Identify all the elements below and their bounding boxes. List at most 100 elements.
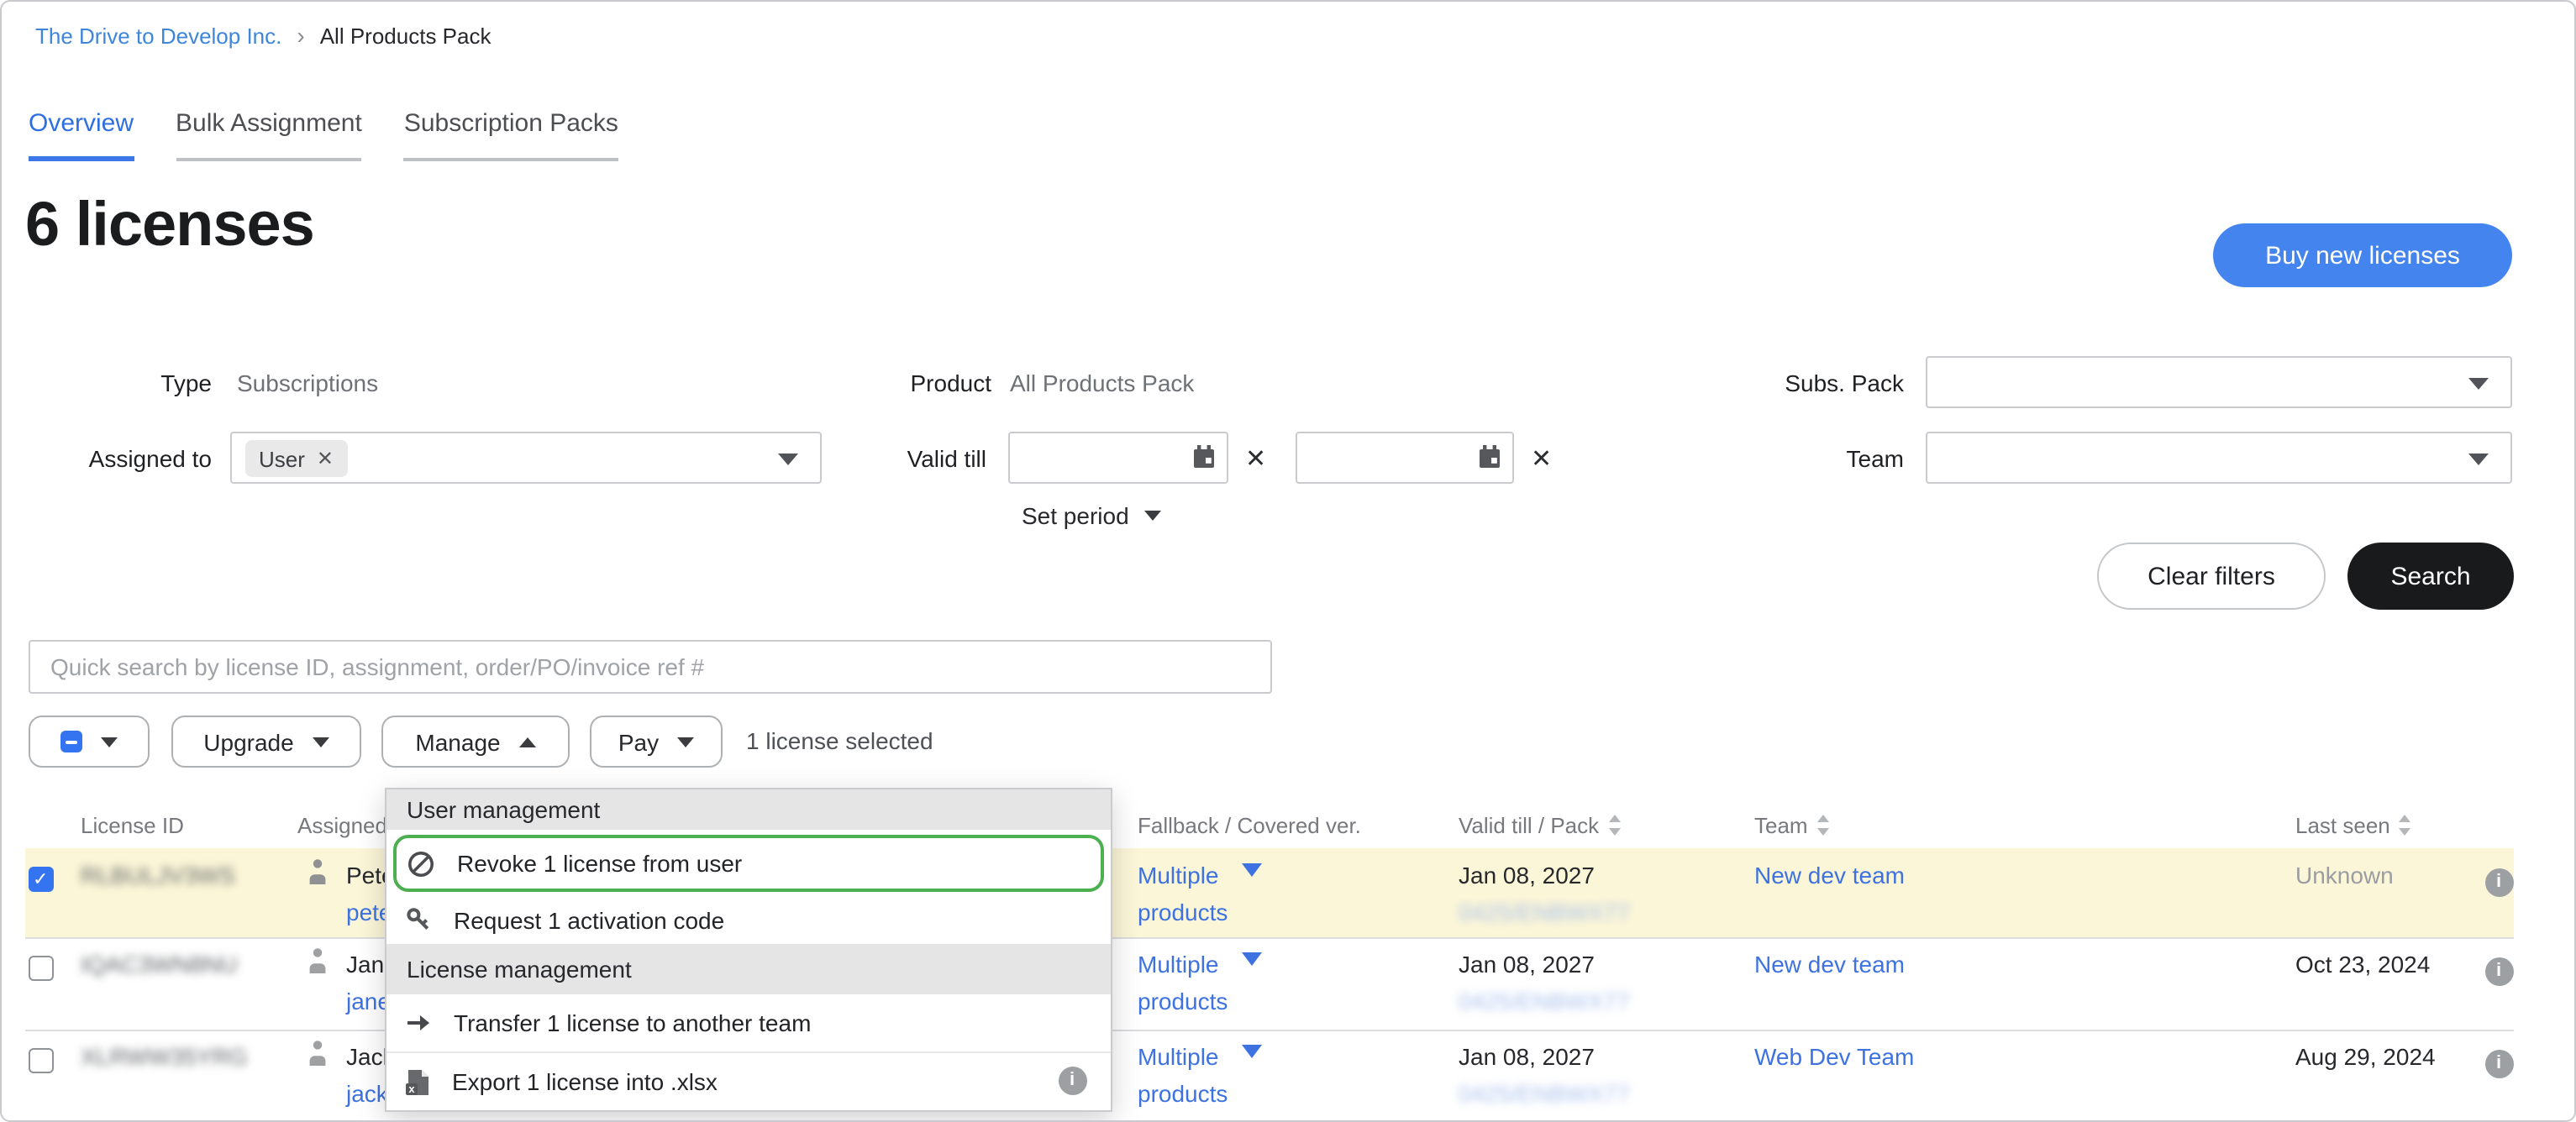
column-header-fallback: Fallback / Covered ver. <box>1138 813 1361 838</box>
page-title: 6 licenses <box>25 190 314 260</box>
menu-section-header: User management <box>386 789 1111 830</box>
pay-label: Pay <box>618 728 659 755</box>
products-link[interactable]: products <box>1138 899 1228 925</box>
sort-icon[interactable] <box>1607 815 1621 836</box>
product-filter-label: Product <box>775 370 991 398</box>
assignee-login-link[interactable]: jack <box>346 1080 388 1107</box>
last-seen-value: Aug 29, 2024 <box>2295 1043 2436 1070</box>
menu-item-label: Request 1 activation code <box>454 907 724 934</box>
chevron-down-icon <box>677 737 694 747</box>
products-link[interactable]: products <box>1138 988 1228 1015</box>
chevron-down-icon <box>1144 511 1161 521</box>
team-link[interactable]: Web Dev Team <box>1754 1043 1914 1070</box>
tab-bulk-assignment[interactable]: Bulk Assignment <box>176 109 362 161</box>
clear-date-to-icon[interactable] <box>1531 443 1552 474</box>
assignee-login-link[interactable]: jane <box>346 988 391 1015</box>
upgrade-button[interactable]: Upgrade <box>171 716 361 768</box>
chevron-right-icon <box>297 25 304 47</box>
column-header-last-seen[interactable]: Last seen <box>2295 813 2412 838</box>
subs-pack-select[interactable] <box>1926 356 2512 408</box>
manage-label: Manage <box>415 728 500 755</box>
select-all-dropdown-button[interactable] <box>29 716 150 768</box>
assigned-to-select[interactable]: User <box>230 432 822 484</box>
valid-till-date: Jan 08, 2027 <box>1459 1043 1595 1070</box>
tab-bar: Overview Bulk Assignment Subscription Pa… <box>29 109 618 161</box>
chip-label: User <box>259 446 305 471</box>
menu-item-export[interactable]: x Export 1 license into .xlsx <box>386 1051 1111 1110</box>
breadcrumb-current: All Products Pack <box>320 24 492 49</box>
licenses-page: The Drive to Develop Inc. All Products P… <box>0 0 2576 1122</box>
column-header-valid-till[interactable]: Valid till / Pack <box>1459 813 1621 838</box>
indeterminate-checkbox-icon[interactable] <box>60 731 82 752</box>
team-filter-label: Team <box>1682 445 1904 474</box>
clear-date-from-icon[interactable] <box>1245 443 1266 474</box>
type-filter-value: Subscriptions <box>237 370 378 396</box>
info-icon[interactable] <box>2485 1050 2514 1078</box>
team-select[interactable] <box>1926 432 2512 484</box>
chevron-down-icon <box>101 737 118 747</box>
products-link[interactable]: Multiple <box>1138 862 1219 889</box>
info-icon[interactable] <box>2485 868 2514 897</box>
products-link[interactable]: products <box>1138 1080 1228 1107</box>
buy-new-licenses-button[interactable]: Buy new licenses <box>2213 223 2512 287</box>
menu-item-revoke[interactable]: Revoke 1 license from user <box>386 830 1111 897</box>
clear-filters-button[interactable]: Clear filters <box>2097 543 2326 610</box>
arrow-right-icon <box>405 1009 432 1036</box>
team-link[interactable]: New dev team <box>1754 951 1905 978</box>
valid-till-to-field <box>1296 432 1514 484</box>
xlsx-file-icon: x <box>405 1067 430 1096</box>
breadcrumb-company-link[interactable]: The Drive to Develop Inc. <box>35 24 281 49</box>
chip-remove-icon[interactable] <box>317 447 334 470</box>
valid-till-date: Jan 08, 2027 <box>1459 862 1595 889</box>
team-link[interactable]: New dev team <box>1754 862 1905 889</box>
chevron-down-icon <box>1242 863 1262 877</box>
row-checkbox[interactable] <box>29 1048 54 1073</box>
product-filter-value: All Products Pack <box>1010 370 1194 396</box>
menu-section-header: License management <box>386 944 1111 994</box>
tab-overview[interactable]: Overview <box>29 109 134 161</box>
last-seen-value: Oct 23, 2024 <box>2295 951 2430 978</box>
chevron-up-icon <box>519 737 536 747</box>
row-checkbox[interactable] <box>29 867 54 892</box>
products-cell[interactable]: Multiple products <box>1138 937 1289 1030</box>
tab-subscription-packs[interactable]: Subscription Packs <box>404 109 618 161</box>
selection-status: 1 license selected <box>746 727 933 754</box>
calendar-icon[interactable] <box>1193 445 1215 477</box>
calendar-icon[interactable] <box>1479 445 1501 477</box>
row-checkbox[interactable] <box>29 956 54 981</box>
products-cell[interactable]: Multiple products <box>1138 848 1289 937</box>
breadcrumb: The Drive to Develop Inc. All Products P… <box>35 24 491 49</box>
set-period-label: Set period <box>1022 502 1129 529</box>
valid-till-date: Jan 08, 2027 <box>1459 951 1595 978</box>
products-cell[interactable]: Multiple products <box>1138 1030 1289 1122</box>
menu-item-request-code[interactable]: Request 1 activation code <box>386 897 1111 944</box>
sort-icon[interactable] <box>1816 815 1830 836</box>
chevron-down-icon <box>1242 1045 1262 1058</box>
column-header-team[interactable]: Team <box>1754 813 1830 838</box>
license-id: IQAC3WN8NU <box>81 951 238 978</box>
products-link[interactable]: Multiple <box>1138 951 1219 978</box>
search-button[interactable]: Search <box>2347 543 2514 610</box>
revoke-icon <box>407 849 435 878</box>
manage-dropdown-menu: User management Revoke 1 license from us… <box>385 788 1112 1112</box>
column-header-label: Valid till / Pack <box>1459 813 1599 838</box>
chevron-down-icon <box>1242 952 1262 966</box>
products-link[interactable]: Multiple <box>1138 1043 1219 1070</box>
menu-item-transfer[interactable]: Transfer 1 license to another team <box>386 994 1111 1051</box>
menu-item-label: Transfer 1 license to another team <box>454 1009 811 1036</box>
manage-button[interactable]: Manage <box>381 716 570 768</box>
pack-code: 0425/ENBWX77 <box>1459 988 1630 1015</box>
info-icon[interactable] <box>2485 957 2514 986</box>
chevron-down-icon <box>2468 454 2489 465</box>
chevron-down-icon <box>313 737 329 747</box>
pay-button[interactable]: Pay <box>590 716 723 768</box>
set-period-button[interactable]: Set period <box>1022 502 1161 529</box>
license-id: RLBULJV3WS <box>81 862 235 889</box>
info-icon[interactable] <box>1059 1067 1087 1095</box>
user-icon <box>306 947 329 974</box>
key-icon <box>405 907 432 934</box>
sort-icon[interactable] <box>2399 815 2412 836</box>
quick-search-input[interactable] <box>29 640 1272 694</box>
user-icon <box>306 1040 329 1067</box>
assigned-to-user-chip[interactable]: User <box>245 440 347 477</box>
